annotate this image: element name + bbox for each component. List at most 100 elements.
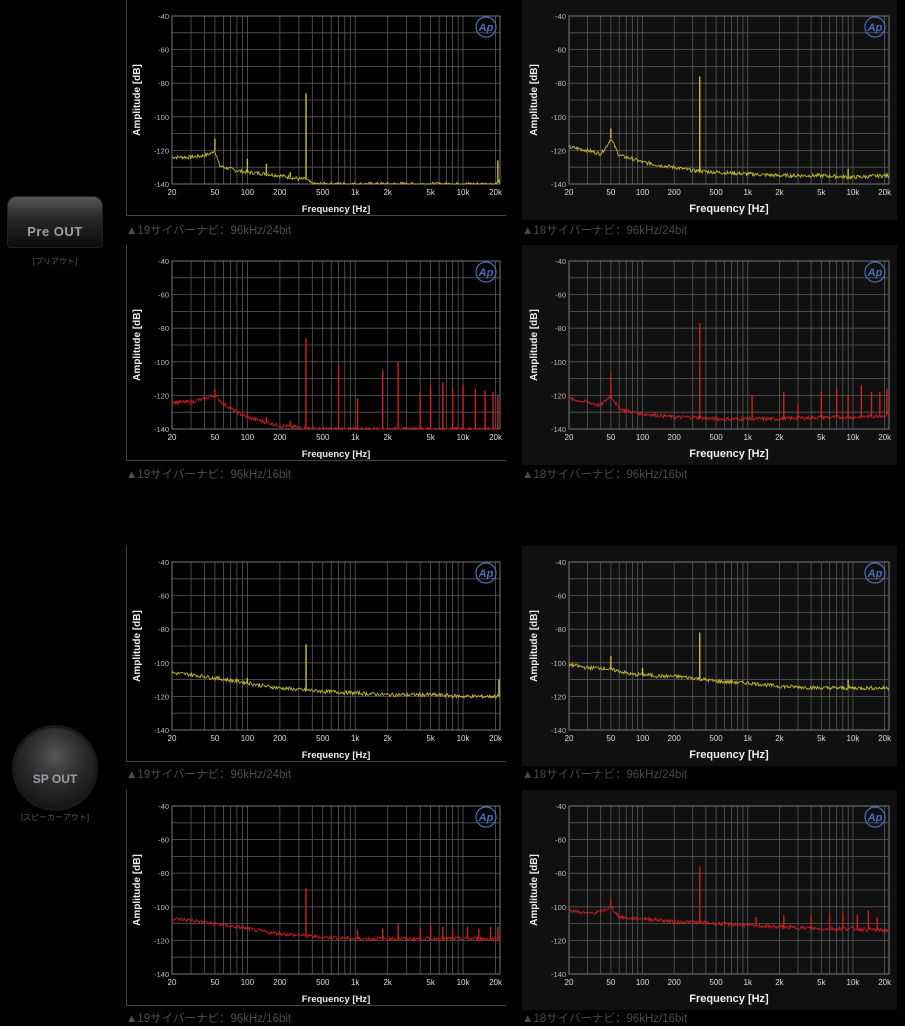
x-tick-label: 500 [316, 734, 330, 743]
x-tick-label: 1k [351, 433, 360, 442]
y-tick-label: -80 [158, 324, 169, 333]
x-tick-label: 20 [565, 188, 574, 197]
caption-sp-18-24bit: ▲18サイバーナビ：96kHz/24bit [522, 769, 688, 781]
y-tick-label: -100 [154, 659, 169, 668]
x-tick-label: 500 [316, 188, 330, 197]
x-axis-label: Frequency [Hz] [689, 448, 769, 460]
y-tick-label: -100 [154, 113, 169, 122]
sp-out-badge: SP OUT [15, 728, 95, 808]
x-tick-label: 1k [351, 188, 360, 197]
chart-svg: -40-60-80-100-120-14020 50 100 200 500 1k 2k 5k… [522, 546, 897, 766]
y-tick-label: -80 [555, 625, 566, 634]
chart-pre-18-24bit: -40 -60 -80 -100 -120 -140 20 50 100 200 500 1k 2k 5k… [522, 0, 897, 220]
x-tick-label: 200 [273, 734, 287, 743]
caption-pre-19-24bit: ▲19サイバーナビ：96kHz/24bit [126, 225, 292, 237]
y-tick-label: -120 [154, 936, 169, 945]
x-tick-label: 200 [273, 188, 287, 197]
caption-pre-19-16bit: ▲19サイバーナビ：96kHz/16bit [126, 469, 292, 481]
svg-text:Ap: Ap [478, 568, 494, 580]
svg-text:Ap: Ap [478, 812, 494, 824]
y-tick-label: -120 [154, 391, 169, 400]
chart-svg: -40-60-80-100-120-14020 50 100 200 500 1k 2k 5k… [126, 245, 506, 465]
x-axis-label: Frequency [Hz] [689, 203, 769, 215]
x-tick-label: 50 [606, 433, 615, 442]
section-pre-out: Pre OUT [プリアウト] [0, 196, 110, 267]
x-tick-label: 200 [668, 433, 682, 442]
chart-svg: -40-60-80-100-120-14020 50 100 200 500 1k 2k 5k… [126, 546, 506, 766]
y-axis-label: Amplitude [dB] [529, 309, 540, 381]
y-tick-label: -120 [154, 146, 169, 155]
x-tick-label: 10k [457, 978, 471, 987]
x-axis-label: Frequency [Hz] [302, 204, 371, 215]
x-tick-label: 2k [383, 188, 392, 197]
x-tick-label: 100 [241, 433, 255, 442]
chart-sp-18-16bit: -40 -60 -80 -100 -120 -140 20 50 100 200 500 1k 2k 5k… [522, 790, 897, 1010]
y-tick-label: -40 [158, 802, 169, 811]
x-tick-label: 50 [210, 433, 219, 442]
x-tick-label: 5k [426, 978, 435, 987]
y-tick-label: -100 [154, 358, 169, 367]
y-tick-label: -60 [158, 46, 169, 55]
chart-svg: -40-60-80-100-120-14020 50 100 200 500 1k 2k 5k… [522, 0, 897, 220]
caption-pre-18-24bit: ▲18サイバーナビ：96kHz/24bit [522, 225, 688, 237]
x-tick-label: 500 [316, 978, 330, 987]
y-tick-label: -60 [555, 836, 566, 845]
y-tick-label: -100 [551, 903, 566, 912]
x-tick-label: 20 [565, 978, 574, 987]
x-axis-label: Frequency [Hz] [689, 749, 769, 761]
x-tick-label: 2k [775, 978, 784, 987]
y-axis-label: Amplitude [dB] [529, 854, 540, 926]
section-sp-out: SP OUT [スピーカーアウト] [0, 728, 110, 823]
x-tick-label: 20k [878, 188, 892, 197]
y-tick-label: -120 [154, 692, 169, 701]
svg-text:Ap: Ap [867, 812, 883, 824]
chart-pre-18-16bit: -40 -60 -80 -100 -120 -140 20 50 100 200 500 1k 2k 5k… [522, 245, 897, 465]
pre-out-badge: Pre OUT [7, 196, 103, 248]
x-tick-label: 20 [168, 188, 177, 197]
x-tick-label: 50 [606, 734, 615, 743]
caption-pre-18-16bit: ▲18サイバーナビ：96kHz/16bit [522, 469, 688, 481]
y-tick-label: -80 [158, 625, 169, 634]
x-tick-label: 5k [817, 433, 826, 442]
y-tick-label: -40 [158, 257, 169, 266]
y-tick-label: -100 [551, 113, 566, 122]
x-tick-label: 5k [817, 188, 826, 197]
x-tick-label: 20 [168, 734, 177, 743]
y-tick-label: -80 [158, 79, 169, 88]
y-tick-label: -120 [551, 391, 566, 400]
y-tick-label: -100 [551, 358, 566, 367]
chart-pre-19-16bit: -40 -60 -80 -100 -120 -140 20 50 100 200 500 1k 2k 5k… [126, 245, 506, 465]
x-tick-label: 5k [426, 188, 435, 197]
x-tick-label: 2k [775, 433, 784, 442]
x-tick-label: 200 [668, 188, 682, 197]
x-tick-label: 50 [210, 188, 219, 197]
x-tick-label: 5k [426, 433, 435, 442]
chart-svg: -40-60-80-100-120-14020 50 100 200 500 1k 2k 5k… [126, 0, 506, 220]
y-tick-label: -80 [158, 869, 169, 878]
x-tick-label: 100 [241, 978, 255, 987]
x-tick-label: 200 [273, 978, 287, 987]
pre-out-sublabel: [プリアウト] [32, 257, 78, 266]
x-tick-label: 50 [210, 734, 219, 743]
chart-svg: -40-60-80-100-120-14020 50 100 200 500 1k 2k 5k… [522, 245, 897, 465]
chart-sp-18-24bit: -40 -60 -80 -100 -120 -140 20 50 100 200 500 1k 2k 5k… [522, 546, 897, 766]
x-tick-label: 100 [241, 188, 255, 197]
x-tick-label: 20k [489, 978, 503, 987]
x-tick-label: 500 [709, 978, 723, 987]
y-axis-label: Amplitude [dB] [132, 64, 143, 136]
x-tick-label: 20k [489, 433, 503, 442]
x-tick-label: 5k [817, 734, 826, 743]
chart-sp-19-24bit: -40 -60 -80 -100 -120 -140 20 50 100 200 500 1k 2k 5k… [126, 546, 506, 766]
x-tick-label: 10k [847, 433, 861, 442]
x-tick-label: 500 [709, 433, 723, 442]
svg-text:Ap: Ap [478, 267, 494, 279]
x-tick-label: 50 [606, 188, 615, 197]
y-tick-label: -100 [551, 659, 566, 668]
x-tick-label: 100 [636, 978, 650, 987]
y-axis-label: Amplitude [dB] [529, 64, 540, 136]
x-tick-label: 50 [606, 978, 615, 987]
y-tick-label: -120 [551, 146, 566, 155]
y-tick-label: -120 [551, 936, 566, 945]
x-tick-label: 20 [168, 978, 177, 987]
chart-pre-19-24bit: -40 -60 -80 -100 -120 -140 20 50 100 200 500 1k 2k 5k… [126, 0, 506, 220]
